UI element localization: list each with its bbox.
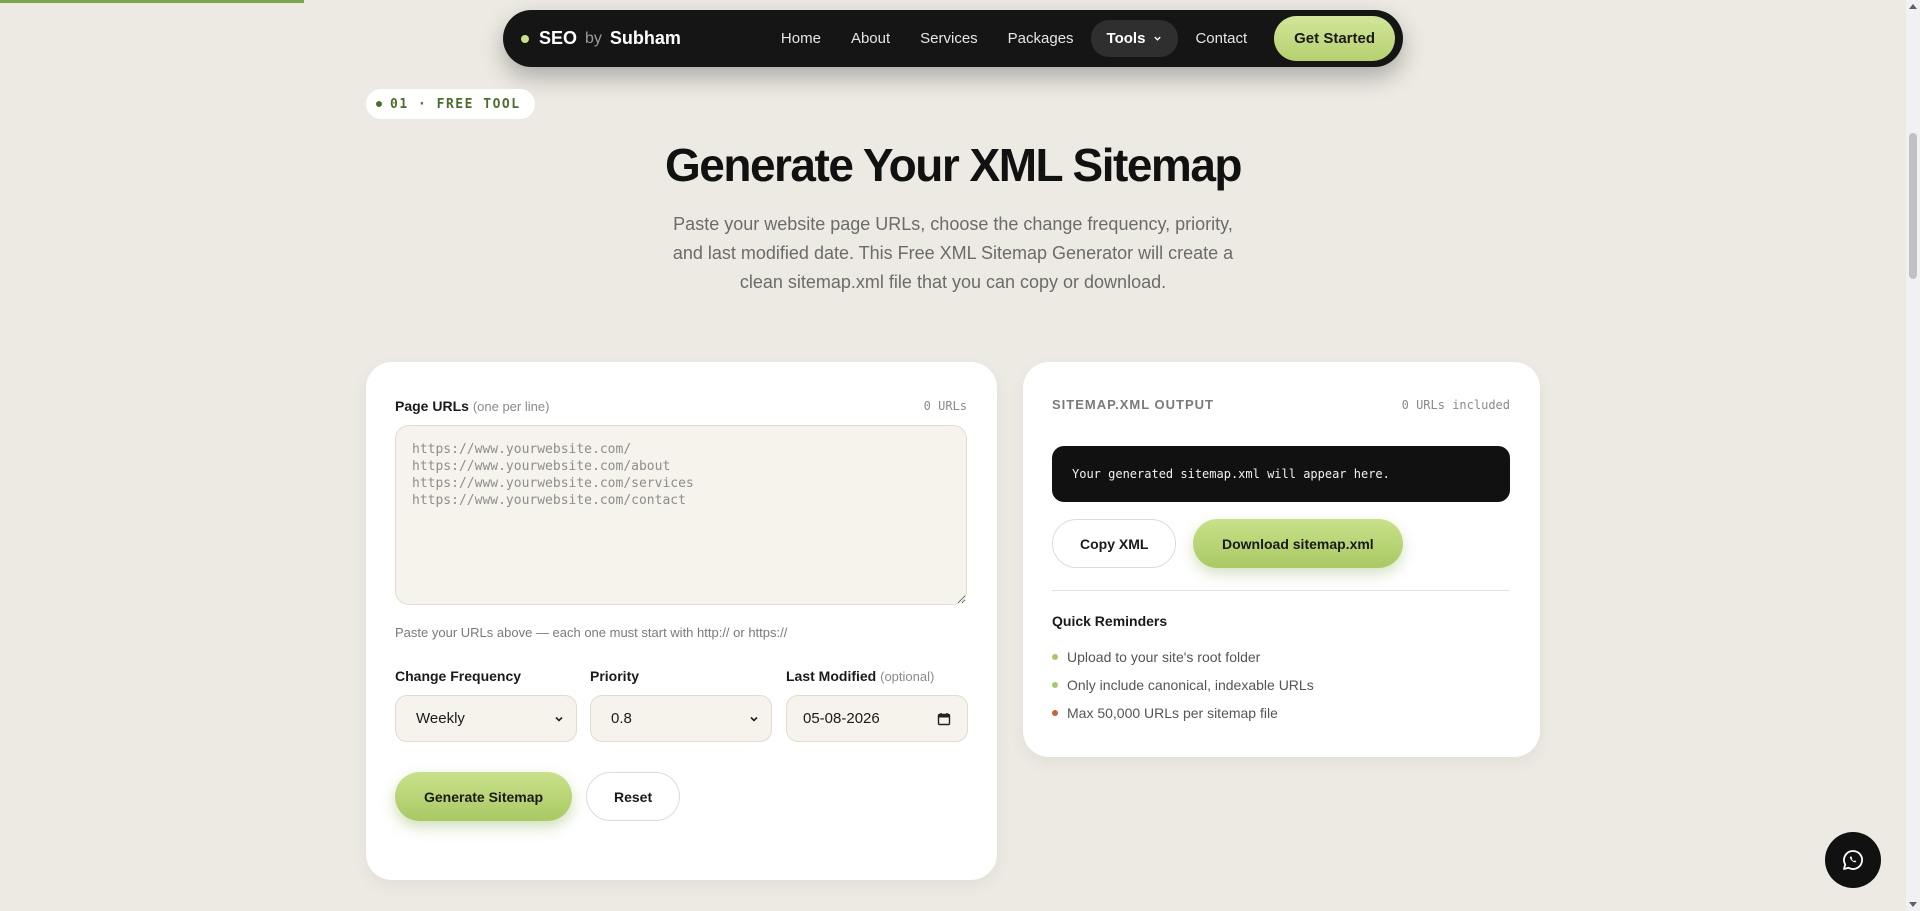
sitemap-output-card: SITEMAP.XML OUTPUT 0 URLs included Your … [1023,362,1540,757]
reminders-title: Quick Reminders [1052,613,1168,629]
list-item: Only include canonical, indexable URLs [1052,671,1314,699]
change-frequency-field: Change Frequency Weekly [395,668,577,742]
logo-by: by [585,29,602,47]
bullet-dot-icon [1052,710,1058,716]
change-frequency-value: Weekly [416,710,465,727]
nav-contact[interactable]: Contact [1182,20,1260,57]
logo[interactable]: SEO by Subham [521,28,681,49]
page-title: Generate Your XML Sitemap [664,139,1243,191]
divider [1052,590,1510,591]
nav-tools-dropdown[interactable]: Tools [1090,20,1179,57]
nav-packages[interactable]: Packages [995,20,1087,57]
urls-label: Page URLs (one per line) [395,398,550,414]
bullet-dot-icon [1052,654,1058,660]
whatsapp-icon [1843,850,1863,870]
list-item: Max 50,000 URLs per sitemap file [1052,699,1314,727]
page-subtitle: Paste your website page URLs, choose the… [672,214,1234,292]
scroll-down-icon[interactable] [1909,902,1917,907]
reset-button[interactable]: Reset [586,772,681,821]
output-header: SITEMAP.XML OUTPUT 0 URLs included [1052,397,1510,412]
top-progress-bar [0,0,304,3]
free-tool-badge: 01 · FREE TOOL [366,89,535,119]
sitemap-output-placeholder: Your generated sitemap.xml will appear h… [1072,467,1390,481]
list-item: Upload to your site's root folder [1052,643,1314,671]
last-modified-field: Last Modified (optional) 05-08-2026 [786,668,968,742]
logo-name: Subham [609,28,681,48]
url-count: 0 URLs [923,399,967,413]
output-url-count: 0 URLs included [1401,397,1510,412]
logo-dot-icon [521,34,529,43]
copy-xml-button[interactable]: Copy XML [1052,519,1177,568]
download-sitemap-button[interactable]: Download sitemap.xml [1193,519,1403,568]
priority-select[interactable]: 0.8 [590,695,772,742]
page-scrollbar[interactable] [1906,0,1920,911]
nav-services[interactable]: Services [907,20,991,57]
get-started-button[interactable]: Get Started [1274,16,1395,61]
priority-label: Priority [590,668,640,684]
calendar-icon[interactable] [937,712,951,726]
chevron-down-icon [1154,36,1162,41]
logo-seo: SEO [539,28,578,48]
reminder-text: Only include canonical, indexable URLs [1067,677,1314,693]
nav-about[interactable]: About [838,20,903,57]
badge-text: 01 · FREE TOOL [390,96,521,112]
urls-textarea[interactable] [395,425,967,605]
nav-home[interactable]: Home [768,20,834,57]
last-modified-date-input[interactable]: 05-08-2026 [786,695,968,742]
output-title: SITEMAP.XML OUTPUT [1052,397,1214,412]
urls-hint: Paste your URLs above — each one must st… [395,625,788,640]
last-modified-value: 05-08-2026 [803,710,880,727]
reminder-text: Max 50,000 URLs per sitemap file [1067,705,1278,721]
sitemap-form-card: Page URLs (one per line) 0 URLs Paste yo… [366,362,997,880]
chevron-down-icon [750,716,758,722]
priority-field: Priority 0.8 [590,668,772,742]
generate-sitemap-button[interactable]: Generate Sitemap [395,772,573,821]
chevron-down-icon [555,716,563,722]
urls-header: Page URLs (one per line) 0 URLs [395,398,967,414]
reminders-list: Upload to your site's root folder Only i… [1052,643,1314,727]
nav-tools-label: Tools [1106,30,1146,47]
priority-value: 0.8 [611,710,632,727]
change-frequency-label: Change Frequency [395,668,522,684]
reminder-text: Upload to your site's root folder [1067,649,1261,665]
badge-dot-icon [376,101,382,107]
scroll-up-icon[interactable] [1909,4,1917,9]
navbar: SEO by Subham Home About Services Packag… [503,10,1403,67]
whatsapp-button[interactable] [1825,832,1881,888]
last-modified-label: Last Modified (optional) [786,668,935,684]
scroll-thumb[interactable] [1909,133,1917,279]
sitemap-output-box[interactable]: Your generated sitemap.xml will appear h… [1052,446,1510,502]
nav-links: Home About Services Packages Tools Conta… [768,16,1395,61]
change-frequency-select[interactable]: Weekly [395,695,577,742]
bullet-dot-icon [1052,682,1058,688]
